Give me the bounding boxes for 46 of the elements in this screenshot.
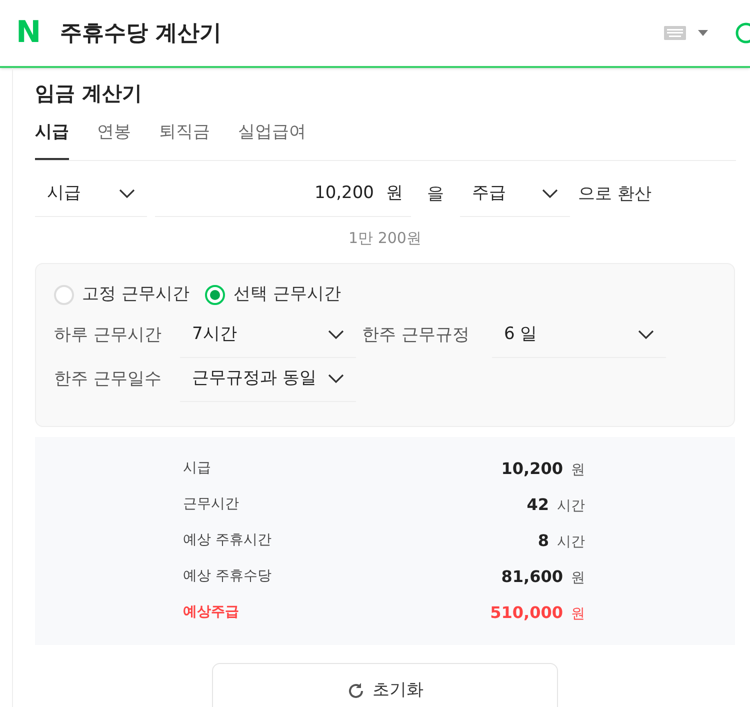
tab[interactable]: 연봉 — [97, 120, 131, 160]
field-label: 한주 근무일수 — [54, 368, 162, 391]
result-label: 예상 주휴시간 — [183, 531, 272, 550]
result-value: 10,200 — [501, 458, 563, 480]
result-value: 81,600 — [501, 566, 563, 588]
particle-label: 을 — [427, 182, 444, 206]
caret-icon[interactable] — [698, 30, 708, 36]
refresh-icon — [346, 682, 364, 700]
dropdown[interactable]: 근무규정과 동일 — [180, 358, 356, 402]
result-label: 예상주급 — [183, 603, 239, 622]
result-unit: 원 — [571, 460, 585, 480]
tab[interactable]: 시급 — [35, 120, 69, 160]
tab[interactable]: 실업급여 — [238, 120, 306, 160]
chevron-down-icon — [638, 330, 654, 340]
result-label: 예상 주휴수당 — [183, 567, 272, 586]
result-value: 510,000 — [490, 602, 563, 624]
dropdown[interactable]: 주급 — [460, 172, 570, 216]
dropdown[interactable]: 시급 — [35, 172, 147, 216]
radio-option[interactable]: 고정 근무시간 — [54, 282, 190, 308]
field-label: 한주 근무규정 — [362, 324, 470, 347]
amount-field[interactable]: 10,200 원 — [155, 172, 411, 216]
result-unit: 원 — [571, 568, 585, 588]
chevron-down-icon — [119, 189, 135, 199]
page-title: 주휴수당 계산기 — [60, 20, 222, 48]
field-label: 하루 근무시간 — [54, 324, 162, 347]
result-unit: 시간 — [557, 496, 585, 516]
amount-hint: 1만 200원 — [348, 228, 422, 248]
radio-option[interactable]: 선택 근무시간 — [205, 282, 341, 308]
search-icon[interactable] — [734, 22, 750, 44]
reset-button[interactable]: 초기화 — [212, 662, 558, 707]
suffix-label: 으로 환산 — [578, 182, 652, 206]
card-title: 임금 계산기 — [35, 80, 143, 107]
dropdown[interactable]: 6 일 — [492, 314, 666, 358]
dropdown[interactable]: 7시간 — [180, 314, 356, 358]
result-label: 시급 — [183, 459, 211, 478]
logo: N — [16, 18, 42, 48]
result-value: 42 — [526, 494, 549, 516]
result-label: 근무시간 — [183, 495, 239, 514]
tab[interactable]: 퇴직금 — [159, 120, 210, 160]
result-unit: 원 — [571, 604, 585, 624]
chevron-down-icon — [542, 189, 558, 199]
result-value: 8 — [538, 530, 549, 552]
chevron-down-icon — [328, 374, 344, 384]
result-unit: 시간 — [557, 532, 585, 552]
keyboard-icon[interactable] — [664, 26, 686, 40]
chevron-down-icon — [328, 330, 344, 340]
